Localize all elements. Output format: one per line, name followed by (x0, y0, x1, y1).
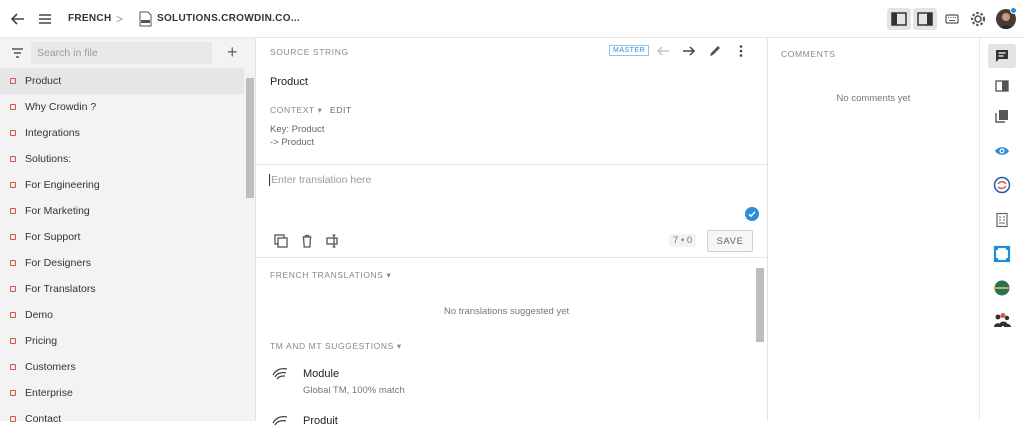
master-badge: MASTER (609, 45, 650, 56)
comments-header: COMMENTS (781, 49, 836, 59)
copy-source-icon[interactable] (274, 234, 288, 248)
context-edit-link[interactable]: EDIT (330, 105, 352, 115)
trash-icon[interactable] (300, 234, 314, 248)
context-path-line: -> Product (270, 137, 315, 148)
tm-mt-suggestions-header[interactable]: TM AND MT SUGGESTIONS ▾ (270, 341, 402, 352)
string-list: Product Why Crowdin ? Integrations Solut… (0, 68, 244, 432)
untranslated-marker-icon (10, 78, 16, 84)
library-icon[interactable] (988, 104, 1016, 128)
list-item[interactable]: Integrations (0, 120, 244, 146)
list-item[interactable]: For Translators (0, 276, 244, 302)
list-item[interactable]: For Support (0, 224, 244, 250)
untranslated-marker-icon (10, 286, 16, 292)
untranslated-marker-icon (10, 390, 16, 396)
caret-down-icon: ▾ (396, 341, 402, 351)
untranslated-marker-icon (10, 130, 16, 136)
list-item[interactable]: Why Crowdin ? (0, 94, 244, 120)
breadcrumb-separator: > (116, 12, 124, 26)
previous-arrow-icon[interactable] (655, 43, 671, 59)
no-comments-message: No comments yet (836, 93, 911, 104)
list-item[interactable]: Pricing (0, 328, 244, 354)
suggestion-title[interactable]: Produit (303, 415, 338, 427)
character-counter: 7 • 0 (669, 234, 697, 247)
list-item[interactable]: For Designers (0, 250, 244, 276)
list-item[interactable]: For Engineering (0, 172, 244, 198)
add-button[interactable]: + (227, 43, 238, 61)
notification-dot (1010, 7, 1017, 14)
filter-icon[interactable] (11, 46, 24, 58)
list-item[interactable]: Enterprise (0, 380, 244, 406)
untranslated-marker-icon (10, 338, 16, 344)
list-item[interactable]: For Marketing (0, 198, 244, 224)
untranslated-marker-icon (10, 156, 16, 162)
crowdin-app-icon[interactable] (988, 173, 1016, 197)
json-file-icon (139, 11, 152, 27)
language-crumb[interactable]: FRENCH (68, 13, 111, 24)
globe-app-icon[interactable] (988, 276, 1016, 300)
untranslated-marker-icon (10, 182, 16, 188)
qa-checks-icon[interactable] (988, 208, 1016, 232)
back-arrow-icon[interactable] (9, 10, 27, 28)
untranslated-marker-icon (10, 234, 16, 240)
suggestions-area: FRENCH TRANSLATIONS ▾ No translations su… (256, 257, 768, 427)
no-translations-message: No translations suggested yet (444, 306, 570, 317)
source-string-text: Product (270, 76, 308, 88)
settings-gear-icon[interactable] (966, 8, 990, 30)
context-header[interactable]: CONTEXT ▾ (270, 105, 323, 116)
divider (256, 164, 768, 165)
untranslated-marker-icon (10, 416, 16, 422)
screenshot-app-icon[interactable] (988, 242, 1016, 266)
comments-panel: COMMENTS No comments yet (768, 38, 979, 421)
caret-down-icon: ▾ (386, 270, 392, 280)
layout-right-panel-icon[interactable] (913, 8, 937, 30)
untranslated-marker-icon (10, 208, 16, 214)
sidebar-header: + (0, 38, 255, 68)
team-icon[interactable] (988, 308, 1016, 332)
next-arrow-icon[interactable] (681, 43, 697, 59)
keyboard-icon[interactable] (940, 8, 964, 30)
suggestion-subtitle: Global TM, 100% match (303, 385, 405, 396)
file-name-crumb[interactable]: SOLUTIONS.CROWDIN.CO... (157, 13, 300, 24)
context-key-line: Key: Product (270, 124, 325, 135)
split-text-icon[interactable] (326, 234, 340, 248)
translation-memory-icon (272, 414, 288, 430)
top-bar: FRENCH > SOLUTIONS.CROWDIN.CO... (0, 0, 1024, 38)
right-tool-rail (979, 38, 1024, 421)
more-options-icon[interactable] (733, 43, 749, 59)
glossary-book-icon[interactable] (988, 74, 1016, 98)
translation-input[interactable]: Enter translation here (269, 174, 371, 186)
editor-panel: SOURCE STRING MASTER Product CONTEXT ▾ E… (256, 38, 768, 427)
source-string-header: SOURCE STRING (270, 47, 349, 57)
comments-icon[interactable] (988, 44, 1016, 68)
suggestions-scrollbar[interactable] (756, 268, 764, 342)
untranslated-marker-icon (10, 104, 16, 110)
save-button[interactable]: SAVE (707, 230, 753, 252)
list-item[interactable]: Product (0, 68, 244, 94)
french-translations-header[interactable]: FRENCH TRANSLATIONS ▾ (270, 270, 391, 281)
untranslated-marker-icon (10, 364, 16, 370)
check-icon (745, 207, 759, 221)
sidebar-scrollbar[interactable] (246, 78, 254, 198)
list-item[interactable]: Solutions: (0, 146, 244, 172)
file-sidebar: + Product Why Crowdin ? Integrations Sol… (0, 38, 256, 425)
search-in-file-input[interactable] (31, 42, 212, 64)
suggestion-title[interactable]: Module (303, 368, 339, 380)
eye-preview-icon[interactable] (988, 139, 1016, 163)
list-item[interactable]: Demo (0, 302, 244, 328)
hamburger-menu-icon[interactable] (37, 11, 53, 27)
list-item[interactable]: Contact (0, 406, 244, 432)
edit-pencil-icon[interactable] (707, 43, 723, 59)
divider (256, 257, 768, 258)
caret-down-icon: ▾ (317, 105, 323, 115)
untranslated-marker-icon (10, 312, 16, 318)
layout-left-panel-icon[interactable] (887, 8, 911, 30)
list-item[interactable]: Customers (0, 354, 244, 380)
untranslated-marker-icon (10, 260, 16, 266)
translation-memory-icon (272, 366, 288, 382)
